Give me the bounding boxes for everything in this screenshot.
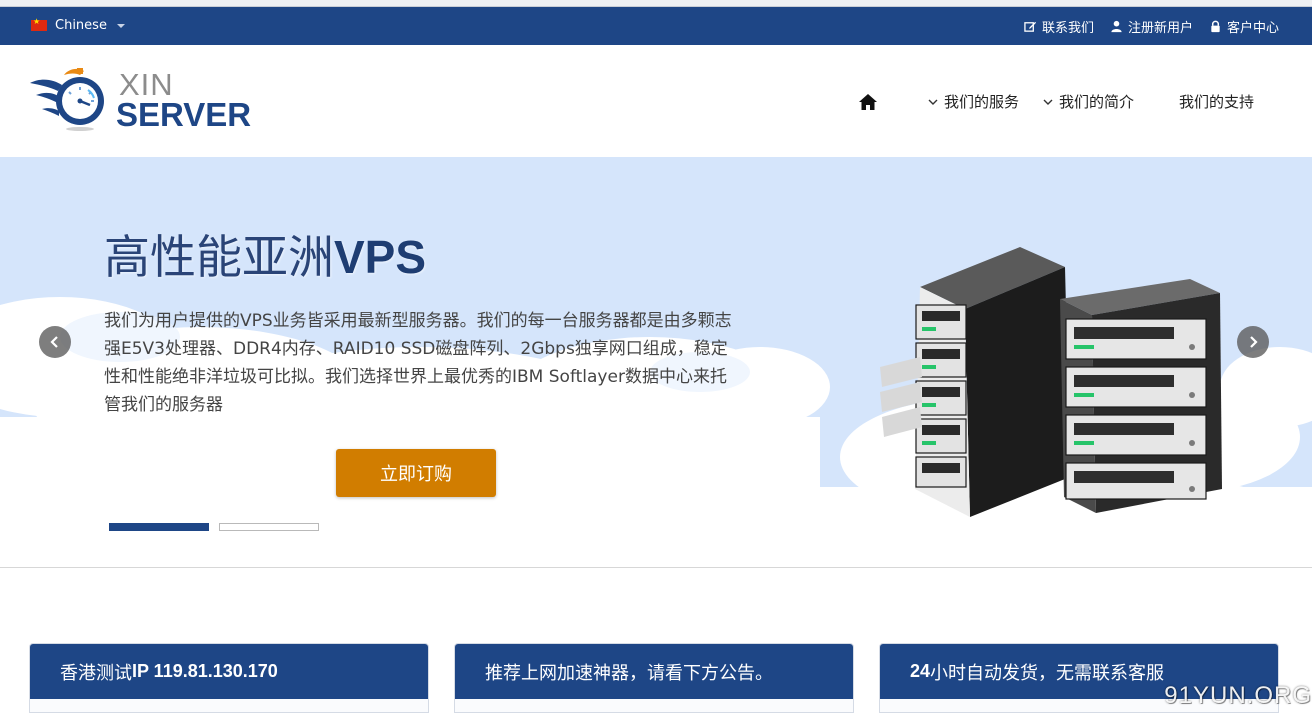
home-icon[interactable] xyxy=(858,93,878,111)
caret-down-icon xyxy=(116,23,125,28)
order-now-button[interactable]: 立即订购 xyxy=(336,449,496,497)
slider-prev-button[interactable] xyxy=(39,326,71,358)
logo-text-server: SERVER xyxy=(116,96,252,133)
hero-title: 高性能亚洲VPS xyxy=(104,221,426,287)
card-title-bold: 24 xyxy=(910,661,931,681)
card-title-prefix: 香港测试 xyxy=(60,662,132,684)
main-nav: 我们的服务 我们的简介 我们的支持 xyxy=(858,91,1254,112)
user-icon xyxy=(1111,20,1122,33)
chevron-down-icon xyxy=(1043,99,1053,105)
info-card-accelerator: 推荐上网加速神器，请看下方公告。 xyxy=(454,643,854,713)
section-divider xyxy=(0,567,1312,568)
nav-services[interactable]: 我们的服务 xyxy=(928,91,1019,112)
site-logo[interactable]: XIN SERVER xyxy=(28,65,258,135)
slider-indicators xyxy=(109,523,319,531)
nav-services-label: 我们的服务 xyxy=(943,93,1019,111)
client-center-label: 客户中心 xyxy=(1226,21,1279,36)
nav-about[interactable]: 我们的简介 xyxy=(1043,91,1134,112)
hero-description: 我们为用户提供的VPS业务皆采用最新型服务器。我们的每一台服务器都是由多颗志强E… xyxy=(104,311,732,415)
card-title-bold: IP 119.81.130.170 xyxy=(132,661,278,681)
browser-top-strip xyxy=(0,0,1312,7)
top-links: 联系我们 注册新用户 客户中心 xyxy=(1024,17,1279,36)
slide-indicator-2[interactable] xyxy=(219,523,319,531)
nav-about-label: 我们的简介 xyxy=(1058,93,1134,111)
nav-support[interactable]: 我们的支持 xyxy=(1179,91,1254,112)
hero-slider: 高性能亚洲VPS 我们为用户提供的VPS业务皆采用最新型服务器。我们的每一台服务… xyxy=(0,157,1312,567)
card-title: 推荐上网加速神器，请看下方公告。 xyxy=(455,644,853,699)
hero-title-cn: 高性能亚洲 xyxy=(104,230,334,284)
contact-us-link[interactable]: 联系我们 xyxy=(1024,17,1094,36)
card-title-suffix: 小时自动发货，无需联系客服 xyxy=(930,662,1165,684)
language-selector[interactable]: Chinese xyxy=(31,17,125,33)
language-label: Chinese xyxy=(55,18,107,33)
contact-us-label: 联系我们 xyxy=(1041,21,1094,36)
china-flag-icon xyxy=(31,17,47,31)
edit-icon xyxy=(1024,21,1037,32)
stopwatch-logo-icon xyxy=(30,68,104,131)
info-card-test-ip: 香港测试 IP 119.81.130.170 xyxy=(29,643,429,713)
client-center-link[interactable]: 客户中心 xyxy=(1209,17,1279,36)
register-label: 注册新用户 xyxy=(1127,21,1193,36)
watermark-text: 91YUN.ORG xyxy=(1164,682,1312,709)
card-title: 香港测试 IP 119.81.130.170 xyxy=(30,644,428,699)
site-header: XIN SERVER 我们的服务 我们的简介 我们的支持 xyxy=(0,45,1312,157)
slide-indicator-1[interactable] xyxy=(109,523,209,531)
top-bar: Chinese 联系我们 注册新用户 客户中心 xyxy=(0,7,1312,45)
chevron-down-icon xyxy=(928,99,938,105)
nav-support-label: 我们的支持 xyxy=(1178,93,1254,111)
chevron-left-icon xyxy=(50,336,58,348)
card-title-prefix: 推荐上网加速神器，请看下方公告。 xyxy=(485,662,773,684)
register-link[interactable]: 注册新用户 xyxy=(1110,17,1193,36)
server-rack-image xyxy=(860,247,1260,517)
hero-title-vps: VPS xyxy=(334,231,427,283)
lock-icon xyxy=(1211,20,1220,33)
